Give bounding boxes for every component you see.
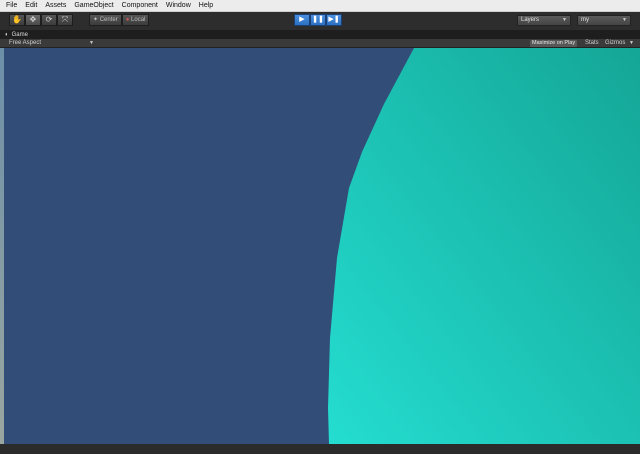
pivot-tools: ✦ Center ● Local — [89, 14, 150, 26]
pause-button[interactable]: ❚❚ — [310, 14, 326, 26]
rotate-tool-button[interactable]: ⟳ — [41, 14, 57, 26]
scale-icon: ⤧ — [61, 15, 69, 24]
menu-bar: File Edit Assets GameObject Component Wi… — [0, 0, 640, 12]
layers-dropdown[interactable]: Layers ▼ — [517, 15, 571, 26]
scale-tool-button[interactable]: ⤧ — [57, 14, 73, 26]
transform-tools: ✋ ✥ ⟳ ⤧ — [9, 14, 73, 26]
chevron-down-icon: ▼ — [89, 40, 94, 46]
move-tool-button[interactable]: ✥ — [25, 14, 41, 26]
pause-icon: ❚❚ — [312, 16, 324, 23]
menu-assets[interactable]: Assets — [41, 0, 70, 12]
chevron-down-icon: ▼ — [629, 40, 634, 46]
tab-game-label: Game — [11, 32, 28, 38]
step-button[interactable]: ▶❚ — [326, 14, 342, 26]
step-icon: ▶❚ — [328, 16, 340, 23]
move-icon: ✥ — [29, 15, 37, 24]
maximize-on-play-button[interactable]: Maximize on Play — [530, 40, 578, 47]
menu-gameobject[interactable]: GameObject — [70, 0, 117, 12]
tab-game[interactable]: ◐ Game — [5, 31, 28, 39]
game-viewport[interactable] — [4, 48, 640, 444]
menu-edit[interactable]: Edit — [21, 0, 41, 12]
game-tab-bar: ◐ Game — [0, 30, 640, 39]
pivot-center-icon: ✦ — [93, 17, 99, 23]
menu-component[interactable]: Component — [118, 0, 162, 12]
hand-icon: ✋ — [12, 15, 22, 24]
game-icon: ◐ — [5, 32, 9, 38]
pivot-local-icon: ● — [125, 17, 130, 23]
aspect-dropdown[interactable]: Free Aspect — [9, 39, 41, 48]
hand-tool-button[interactable]: ✋ — [9, 14, 25, 26]
menu-help[interactable]: Help — [195, 0, 217, 12]
scene-render — [4, 48, 640, 444]
gizmos-button[interactable]: Gizmos — [605, 39, 625, 48]
layout-dropdown[interactable]: my ▼ — [577, 15, 631, 26]
game-view-toolbar: Free Aspect ▼ Maximize on Play Stats Giz… — [0, 39, 640, 48]
play-icon: ▶ — [299, 16, 305, 23]
bottom-status-strip — [0, 444, 640, 454]
menu-file[interactable]: File — [2, 0, 21, 12]
layout-label: my — [581, 17, 589, 23]
pivot-center-button[interactable]: ✦ Center — [89, 14, 122, 26]
chevron-down-icon: ▼ — [562, 17, 567, 23]
layers-label: Layers — [521, 17, 540, 23]
playback-controls: ▶ ❚❚ ▶❚ — [294, 14, 342, 26]
main-toolbar: ✋ ✥ ⟳ ⤧ ✦ Center ● Local ▶ ❚❚ ▶❚ Layers … — [0, 12, 640, 30]
pivot-local-label: Local — [131, 17, 146, 23]
rotate-icon: ⟳ — [45, 15, 53, 24]
stats-button[interactable]: Stats — [585, 39, 599, 48]
play-button[interactable]: ▶ — [294, 14, 310, 26]
chevron-down-icon: ▼ — [622, 17, 627, 23]
pivot-center-label: Center — [99, 17, 118, 23]
pivot-local-button[interactable]: ● Local — [121, 14, 150, 26]
menu-window[interactable]: Window — [162, 0, 195, 12]
